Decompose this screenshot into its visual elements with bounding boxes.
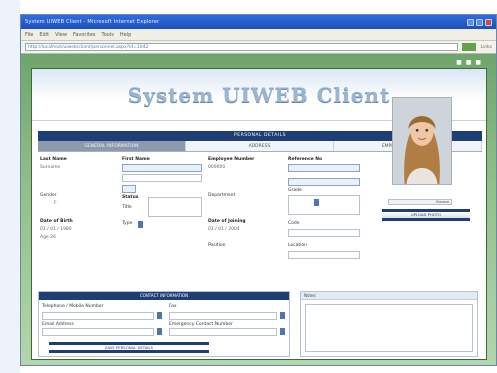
page-background: ■ ■ ■ System UIWEB Client PERSONAL DETAI… xyxy=(21,54,496,365)
employee-number-label: Employee Number xyxy=(208,157,255,162)
fax-icon[interactable] xyxy=(280,312,285,319)
menu-edit[interactable]: Edit xyxy=(39,32,49,38)
fax-field[interactable] xyxy=(169,312,277,320)
reference-field[interactable] xyxy=(288,164,360,172)
banner-title: System UIWEB Client xyxy=(127,82,391,107)
address-bar: http://localhost/uiweb/client/personnel.… xyxy=(21,41,496,54)
age-value: Age 26 xyxy=(40,235,56,240)
last-name-label: Last Name xyxy=(40,157,67,162)
go-button[interactable] xyxy=(462,43,477,51)
menu-bar: File Edit View Favorites Tools Help xyxy=(21,29,496,41)
gender-label: Gender xyxy=(40,193,57,198)
joining-date-label: Date of Joining xyxy=(208,219,246,224)
close-icon[interactable] xyxy=(485,18,492,26)
code-label: Code xyxy=(288,221,300,226)
fax-label: Fax xyxy=(169,304,177,309)
browser-window: System UIWEB Client - Microsoft Internet… xyxy=(20,14,497,366)
save-details-button[interactable]: SAVE PERSONAL DETAILS xyxy=(49,342,209,353)
contact-panel-header: CONTACT INFORMATION xyxy=(39,292,289,300)
grade-select[interactable] xyxy=(288,178,360,186)
menu-file[interactable]: File xyxy=(25,32,33,38)
menu-tools[interactable]: Tools xyxy=(102,32,114,38)
employee-photo xyxy=(392,97,452,185)
grade-label: Grade xyxy=(288,188,302,193)
phone-label: Telephone / Mobile Number xyxy=(42,304,104,309)
links-label[interactable]: Links xyxy=(480,45,492,50)
joining-date-value: 01 / 01 / 2004 xyxy=(208,227,240,232)
header-icons[interactable]: ■ ■ ■ xyxy=(456,59,482,66)
dob-label: Date of Birth xyxy=(40,219,73,224)
dob-value: 01 / 01 / 1980 xyxy=(40,227,72,232)
tab-general[interactable]: GENERAL INFORMATION xyxy=(38,141,186,151)
menu-view[interactable]: View xyxy=(55,32,67,38)
emergency-icon[interactable] xyxy=(280,328,285,335)
title-label: Title xyxy=(122,205,132,210)
browse-button[interactable]: Browse xyxy=(388,199,452,205)
notes-panel: Notes xyxy=(300,291,478,357)
first-name-field[interactable] xyxy=(122,164,202,172)
employee-number-value: 000000 xyxy=(208,165,226,170)
phone-icon[interactable] xyxy=(157,312,162,319)
grade-box[interactable] xyxy=(288,195,360,215)
notes-header: Notes xyxy=(301,292,477,300)
upload-photo-button[interactable]: UPLOAD PHOTO xyxy=(382,209,470,221)
type-label: Type xyxy=(122,221,133,226)
position-label: Position xyxy=(208,243,226,248)
email-field[interactable] xyxy=(42,328,154,336)
phone-field[interactable] xyxy=(42,312,154,320)
email-icon[interactable] xyxy=(157,328,162,335)
tab-address[interactable]: ADDRESS xyxy=(186,141,334,151)
type-dropdown-icon[interactable] xyxy=(138,221,143,228)
notes-textarea[interactable] xyxy=(305,304,473,352)
contact-panel: CONTACT INFORMATION Telephone / Mobile N… xyxy=(38,291,290,357)
emergency-field[interactable] xyxy=(169,328,277,336)
title-bar: System UIWEB Client - Microsoft Internet… xyxy=(21,15,496,29)
status-field[interactable] xyxy=(122,185,136,193)
code-field[interactable] xyxy=(288,229,360,237)
gender-value: F xyxy=(54,201,57,206)
middle-name-field[interactable] xyxy=(122,174,202,182)
status-box[interactable] xyxy=(148,197,202,217)
left-gutter xyxy=(0,0,20,373)
location-field[interactable] xyxy=(288,251,360,259)
emergency-label: Emergency Contact Number xyxy=(169,322,233,327)
url-input[interactable]: http://localhost/uiweb/client/personnel.… xyxy=(25,43,459,51)
location-label: Location xyxy=(288,243,308,248)
first-name-label: First Name xyxy=(122,157,150,162)
window-title: System UIWEB Client - Microsoft Internet… xyxy=(25,19,160,25)
email-label: Email Address xyxy=(42,322,74,327)
menu-favorites[interactable]: Favorites xyxy=(73,32,96,38)
menu-help[interactable]: Help xyxy=(120,32,131,38)
minimize-icon[interactable] xyxy=(467,18,474,26)
app-content: ■ ■ ■ System UIWEB Client PERSONAL DETAI… xyxy=(31,59,487,360)
last-name-value: Surname xyxy=(40,165,61,170)
reference-label: Reference No xyxy=(288,157,323,162)
grade-dropdown-icon[interactable] xyxy=(314,199,319,206)
status-label: Status xyxy=(122,195,139,200)
department-label: Department xyxy=(208,193,236,198)
maximize-icon[interactable] xyxy=(476,18,483,26)
screenshot: System UIWEB Client - Microsoft Internet… xyxy=(0,0,497,373)
